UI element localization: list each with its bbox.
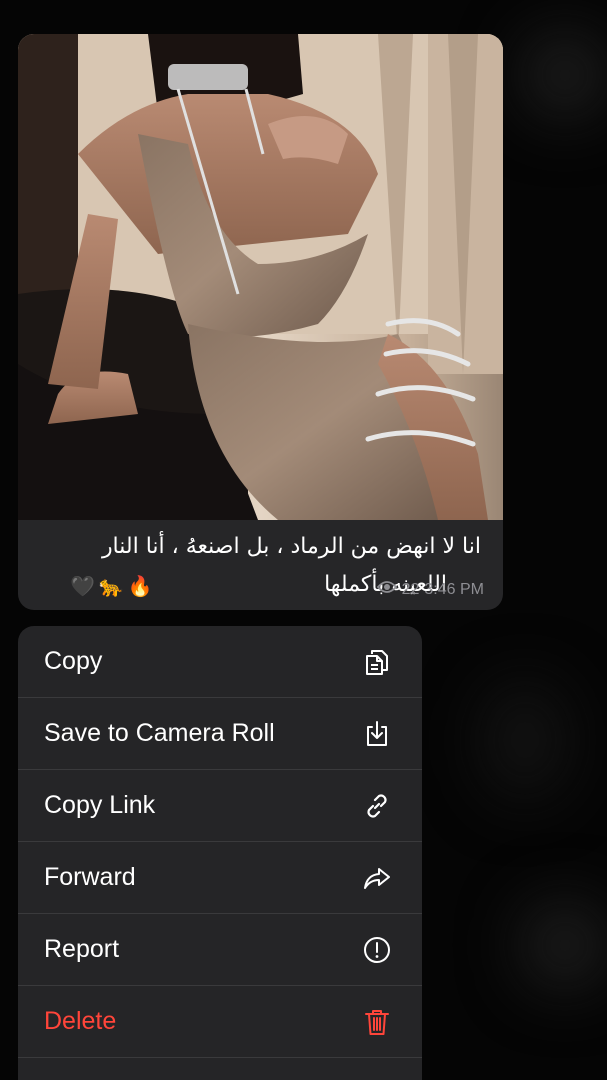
leopard-emoji: 🐆 [98, 575, 124, 598]
menu-item-forward[interactable]: Forward [18, 842, 422, 914]
background-blur [520, 900, 607, 990]
message-photo[interactable] [18, 34, 503, 520]
menu-item-copy-link[interactable]: Copy Link [18, 770, 422, 842]
menu-item-label: Copy [44, 647, 103, 675]
caption-emojis: 🖤 🐆 🔥 [70, 572, 153, 600]
copy-icon [360, 645, 394, 679]
message-time: 3:46 PM [424, 580, 484, 598]
menu-item-label: Save to Camera Roll [44, 719, 275, 747]
background-blur [520, 30, 607, 120]
menu-item-label: Forward [44, 863, 136, 891]
message-meta: 22 3:46 PM [376, 580, 484, 599]
trash-icon [360, 1005, 394, 1039]
save-download-icon [360, 717, 394, 751]
eye-icon [376, 580, 397, 599]
chat-screen: انا لا انهض من الرماد ، بل اصنعهُ ، أنا … [0, 0, 607, 1080]
forward-arrow-icon [360, 861, 394, 895]
menu-item-label: Report [44, 935, 120, 963]
context-menu: Copy Save to Camera Roll Copy Link Forwa… [18, 626, 422, 1080]
message-caption-line1: انا لا انهض من الرماد ، بل اصنعهُ ، أنا … [101, 534, 481, 559]
message-bubble[interactable]: انا لا انهض من الرماد ، بل اصنعهُ ، أنا … [18, 34, 503, 610]
menu-item-label: Copy Link [44, 791, 156, 819]
fire-emoji: 🔥 [127, 575, 153, 598]
menu-item-label: Delete [44, 1007, 117, 1035]
report-exclamation-icon [360, 933, 394, 967]
background-blur [480, 680, 570, 800]
menu-item-copy[interactable]: Copy [18, 626, 422, 698]
view-count: 22 [401, 580, 420, 598]
menu-item-save-to-camera-roll[interactable]: Save to Camera Roll [18, 698, 422, 770]
menu-item-delete[interactable]: Delete [18, 986, 422, 1058]
menu-item-report[interactable]: Report [18, 914, 422, 986]
photo-illustration [18, 34, 503, 520]
link-icon [360, 789, 394, 823]
heart-emoji: 🖤 [70, 575, 95, 598]
